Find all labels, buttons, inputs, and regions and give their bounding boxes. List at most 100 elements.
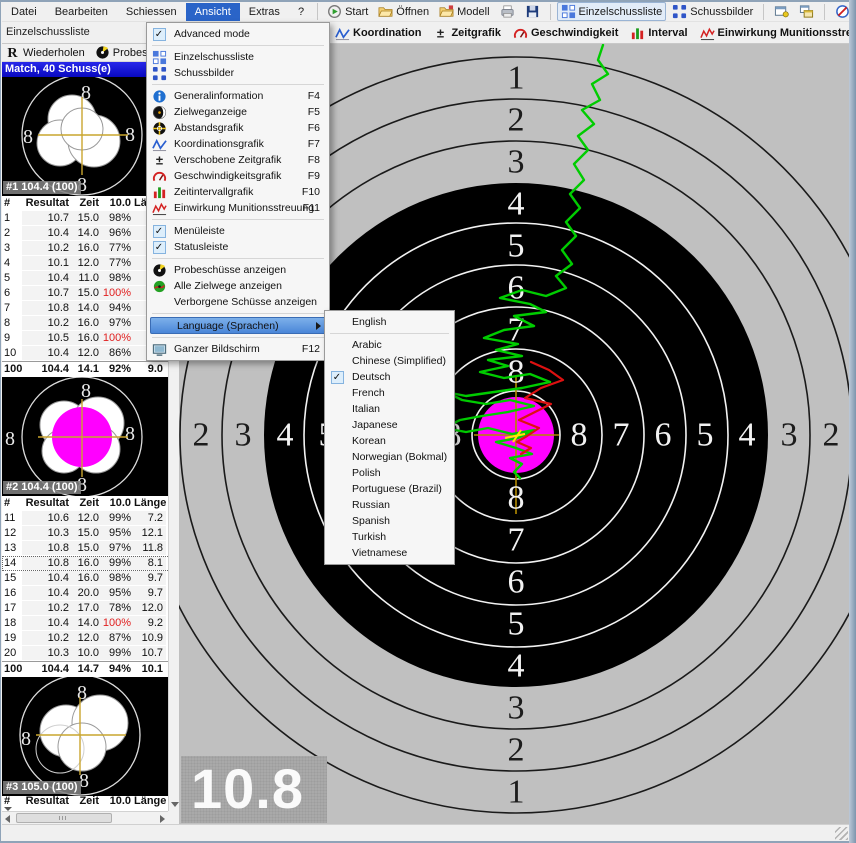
table-row[interactable]: 1210.315.095%12.1 [2,526,168,541]
menubar-row: DateiBearbeitenSchiessenAnsichtExtras? S… [2,2,850,22]
toolbar-button-winkey-icon[interactable] [770,2,793,21]
menu-extras[interactable]: Extras [240,3,289,21]
menu-datei[interactable]: Datei [2,3,46,21]
shot-group-label: #2 104.4 (100) [3,481,81,494]
table-row[interactable]: 1710.217.078%12.0 [2,601,168,616]
toolbar-button-einzelschussliste[interactable]: Einzelschussliste [557,2,667,21]
toolbar-button-floppy-icon[interactable] [521,2,544,21]
svg-text:3: 3 [781,417,798,454]
menu-item-alle-zielwege-anzeigen[interactable]: Alle Zielwege anzeigen [148,278,328,294]
menu-ansicht[interactable]: Ansicht [186,3,240,21]
checkmark-icon: ✓ [148,241,170,254]
table-row[interactable]: 1410.816.099%8.1 [2,556,168,571]
svg-text:±: ± [437,26,444,41]
column-header: Länge [134,496,166,511]
scroll-down-icon[interactable] [171,802,179,807]
scroll-left-icon[interactable] [5,815,10,823]
checkmark-icon: ✓ [331,371,344,384]
language-item-english[interactable]: English [326,314,453,330]
menu-item-generalinformation[interactable]: GeneralinformationF4 [148,88,328,104]
shot-group-target-3[interactable]: 888#3 105.0 (100) [2,677,168,796]
menu-item-geschwindigkeitsgrafik[interactable]: GeschwindigkeitsgrafikF9 [148,168,328,184]
panel-button-wiederholen[interactable]: RWiederholen [5,45,85,60]
table-cell: 7 [2,301,22,316]
language-item-vietnamese[interactable]: Vietnamese [326,545,453,561]
table-row[interactable]: 1110.612.099%7.2 [2,511,168,526]
language-item-polish[interactable]: Polish [326,465,453,481]
toolbar-button-schussbilder[interactable]: Schussbilder [668,2,757,21]
table-row[interactable]: 210.414.096%8 [2,226,168,241]
table-row[interactable]: 510.411.098%10 [2,271,168,286]
language-item-russian[interactable]: Russian [326,497,453,513]
language-item-portuguese-brazil[interactable]: Portuguese (Brazil) [326,481,453,497]
table-row[interactable]: 2010.310.099%10.7 [2,646,168,661]
graph-button-koordination[interactable]: Koordination [335,26,421,41]
toolbar-button-start[interactable]: Start [323,2,372,21]
scroll-right-icon[interactable] [160,815,165,823]
language-item-chinese-simplified[interactable]: Chinese (Simplified) [326,353,453,369]
table-row[interactable]: 910.516.0100%8 [2,331,168,346]
language-item-korean[interactable]: Korean [326,433,453,449]
language-item-italian[interactable]: Italian [326,401,453,417]
toolbar-button-printer-icon[interactable] [496,2,519,21]
toolbar-button-winnet-icon[interactable] [795,2,818,21]
horizontal-scrollbar[interactable] [2,811,168,824]
language-item-turkish[interactable]: Turkish [326,529,453,545]
table-row[interactable]: 310.216.077%8 [2,241,168,256]
menu-item-ganzer-bildschirm[interactable]: Ganzer BildschirmF12 [148,341,328,357]
menu-item-statusleiste[interactable]: ✓Statusleiste [148,239,328,255]
menu-item-verborgene-sch-sse-anzeigen[interactable]: Verborgene Schüsse anzeigen [148,294,328,310]
menu-item-zeitintervallgrafik[interactable]: ZeitintervallgrafikF10 [148,184,328,200]
menu-item-advanced-mode[interactable]: ✓Advanced mode [148,26,328,42]
menu-[interactable]: ? [289,3,313,21]
language-item-japanese[interactable]: Japanese [326,417,453,433]
resize-grip-icon[interactable] [835,827,848,840]
language-item-norwegian-bokmal[interactable]: Norwegian (Bokmal) [326,449,453,465]
language-item-spanish[interactable]: Spanish [326,513,453,529]
menu-item-zielweganzeige[interactable]: ZielweganzeigeF5 [148,104,328,120]
shot-group-target-2[interactable]: 8888#2 104.4 (100) [2,377,168,496]
menu-item-abstandsgrafik[interactable]: AbstandsgrafikF6 [148,120,328,136]
table-row[interactable]: 1810.414.0100%9.2 [2,616,168,631]
table-row[interactable]: 110.715.098%10 [2,211,168,226]
graph-button-interval[interactable]: Interval [630,26,687,41]
graph-button-label: Geschwindigkeit [531,27,618,39]
view-menu: ✓Advanced mode EinzelschusslisteSchussbil… [146,22,330,361]
graph-button-geschwindigkeit[interactable]: Geschwindigkeit [513,26,618,41]
toolbar-button-modell[interactable]: Modell [435,2,493,21]
table-row[interactable]: 1310.815.097%11.8 [2,541,168,556]
table-row[interactable]: 610.715.0100%8 [2,286,168,301]
menu-item-probesch-sse-anzeigen[interactable]: Probeschüsse anzeigen [148,262,328,278]
table-cell: 97% [102,541,134,556]
language-item-arabic[interactable]: Arabic [326,337,453,353]
menu-bearbeiten[interactable]: Bearbeiten [46,3,117,21]
menu-item-men-leiste[interactable]: ✓Menüleiste [148,223,328,239]
table-row[interactable]: 1510.416.098%9.7 [2,571,168,586]
menu-item-koordinationsgrafik[interactable]: KoordinationsgrafikF7 [148,136,328,152]
table-row[interactable]: 1010.412.086%8 [2,346,168,361]
table-row[interactable]: 1610.420.095%9.7 [2,586,168,601]
menu-item-verschobene-zeitgrafik[interactable]: ±Verschobene ZeitgrafikF8 [148,152,328,168]
language-item-label: Russian [348,499,390,511]
svg-text:5: 5 [697,417,714,454]
menu-schiessen[interactable]: Schiessen [117,3,186,21]
menu-item-einwirkung-munitionsstreuung[interactable]: Einwirkung MunitionsstreuungF11 [148,200,328,216]
menu-item-language-sprachen[interactable]: Language (Sprachen) [150,317,326,334]
language-item-deutsch[interactable]: ✓Deutsch [326,369,453,385]
menu-item-schussbilder[interactable]: Schussbilder [148,65,328,81]
graph-button-einwirkung-munitionsstreuung[interactable]: Einwirkung Munitionsstreuung [700,26,856,41]
language-item-label: Korean [348,435,386,447]
table-row[interactable]: 810.216.097%9 [2,316,168,331]
graph-button-zeitgrafik[interactable]: ±Zeitgrafik [433,26,501,41]
table-row[interactable]: 710.814.094%8 [2,301,168,316]
total-cell: 104.4 [22,662,72,677]
shot-table-header: #ResultatZeit10.0Länge [2,196,168,211]
last-shot-score: 10.8 [181,756,327,823]
table-row[interactable]: 410.112.077%9 [2,256,168,271]
table-row[interactable]: 1910.212.087%10.9 [2,631,168,646]
language-item-french[interactable]: French [326,385,453,401]
toolbar-button-ffnen[interactable]: Öffnen [374,2,433,21]
menu-item-einzelschussliste[interactable]: Einzelschussliste [148,49,328,65]
horizontal-scrollbar-thumb[interactable] [16,813,112,823]
shot-group-target-1[interactable]: 8888#1 104.4 (100) [2,77,168,196]
